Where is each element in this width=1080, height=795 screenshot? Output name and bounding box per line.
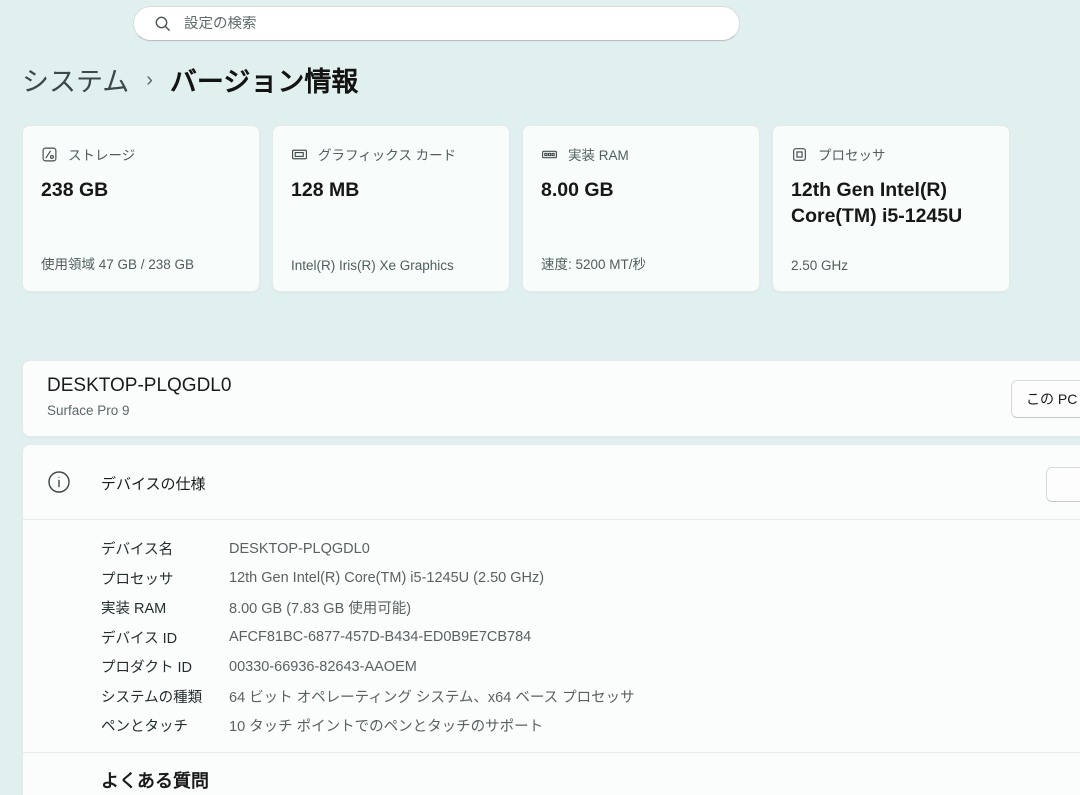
settings-search-bar[interactable] [133, 6, 740, 41]
ram-icon [541, 146, 558, 163]
breadcrumb-system[interactable]: システム [22, 60, 129, 99]
card-processor[interactable]: プロセッサ 12th Gen Intel(R) Core(TM) i5-1245… [772, 125, 1010, 292]
spec-label: プロダクト ID [101, 656, 229, 677]
settings-about-page: システム › バージョン情報 ストレージ 238 GB 使用領域 47 GB /… [0, 0, 1080, 795]
spec-value: 10 タッチ ポイントでのペンとタッチのサポート [229, 715, 543, 736]
card-value: 238 GB [41, 177, 241, 203]
card-detail: 2.50 GHz [791, 258, 997, 273]
spec-value: 00330-66936-82643-AAOEM [229, 659, 417, 675]
spec-label: デバイス ID [101, 627, 229, 648]
chevron-right-icon: › [146, 67, 153, 92]
spec-value: AFCF81BC-6877-457D-B434-ED0B9E7CB784 [229, 629, 531, 645]
device-name: DESKTOP-PLQGDL0 [47, 375, 231, 397]
card-value: 8.00 GB [541, 177, 741, 203]
faq-section-title: よくある質問 [101, 767, 209, 793]
divider [23, 752, 1080, 753]
spec-row-pen-touch: ペンとタッチ 10 タッチ ポイントでのペンとタッチのサポート [101, 711, 1080, 741]
device-specs-expander[interactable]: デバイスの仕様 [23, 445, 1080, 519]
search-icon [154, 15, 172, 33]
search-input[interactable] [184, 16, 725, 32]
page-title: バージョン情報 [170, 60, 358, 99]
summary-cards: ストレージ 238 GB 使用領域 47 GB / 238 GB グラフィックス… [22, 125, 1010, 292]
graphics-card-icon [291, 146, 308, 163]
divider [23, 519, 1080, 520]
card-storage[interactable]: ストレージ 238 GB 使用領域 47 GB / 238 GB [22, 125, 260, 292]
spec-value: 12th Gen Intel(R) Core(TM) i5-1245U (2.5… [229, 570, 544, 586]
spec-row-ram: 実装 RAM 8.00 GB (7.83 GB 使用可能) [101, 593, 1080, 623]
spec-row-device-id: デバイス ID AFCF81BC-6877-457D-B434-ED0B9E7C… [101, 623, 1080, 653]
spec-value: DESKTOP-PLQGDL0 [229, 541, 370, 557]
spec-row-system-type: システムの種類 64 ビット オペレーティング システム、x64 ベース プロセ… [101, 682, 1080, 712]
info-icon [47, 470, 71, 494]
card-label: グラフィックス カード [318, 144, 456, 164]
storage-icon [41, 146, 58, 163]
spec-row-device-name: デバイス名 DESKTOP-PLQGDL0 [101, 534, 1080, 564]
spec-value: 8.00 GB (7.83 GB 使用可能) [229, 597, 411, 618]
spec-label: ペンとタッチ [101, 715, 229, 736]
spec-label: プロセッサ [101, 568, 229, 589]
card-graphics[interactable]: グラフィックス カード 128 MB Intel(R) Iris(R) Xe G… [272, 125, 510, 292]
rename-pc-button[interactable]: この PC [1011, 380, 1080, 418]
device-specs-title: デバイスの仕様 [101, 473, 206, 494]
card-label: ストレージ [68, 144, 135, 164]
spec-row-processor: プロセッサ 12th Gen Intel(R) Core(TM) i5-1245… [101, 564, 1080, 594]
copy-specs-button[interactable] [1046, 467, 1080, 502]
card-label: 実装 RAM [568, 144, 629, 164]
processor-icon [791, 146, 808, 163]
spec-row-product-id: プロダクト ID 00330-66936-82643-AAOEM [101, 652, 1080, 682]
card-value: 128 MB [291, 177, 491, 203]
spec-label: システムの種類 [101, 686, 229, 707]
card-ram[interactable]: 実装 RAM 8.00 GB 速度: 5200 MT/秒 [522, 125, 760, 292]
device-specs-list: デバイス名 DESKTOP-PLQGDL0 プロセッサ 12th Gen Int… [101, 534, 1080, 741]
spec-value: 64 ビット オペレーティング システム、x64 ベース プロセッサ [229, 686, 635, 707]
device-name-panel: DESKTOP-PLQGDL0 Surface Pro 9 この PC [22, 360, 1080, 437]
device-specs-panel: デバイスの仕様 デバイス名 DESKTOP-PLQGDL0 プロセッサ 12th… [22, 444, 1080, 795]
spec-label: 実装 RAM [101, 597, 229, 618]
card-label: プロセッサ [818, 144, 886, 164]
card-detail: 使用領域 47 GB / 238 GB [41, 253, 247, 273]
breadcrumb: システム › バージョン情報 [22, 60, 358, 99]
spec-label: デバイス名 [101, 538, 229, 559]
device-model: Surface Pro 9 [47, 403, 130, 418]
card-value: 12th Gen Intel(R) Core(TM) i5-1245U [791, 177, 991, 230]
card-detail: Intel(R) Iris(R) Xe Graphics [291, 258, 497, 273]
card-detail: 速度: 5200 MT/秒 [541, 253, 747, 273]
